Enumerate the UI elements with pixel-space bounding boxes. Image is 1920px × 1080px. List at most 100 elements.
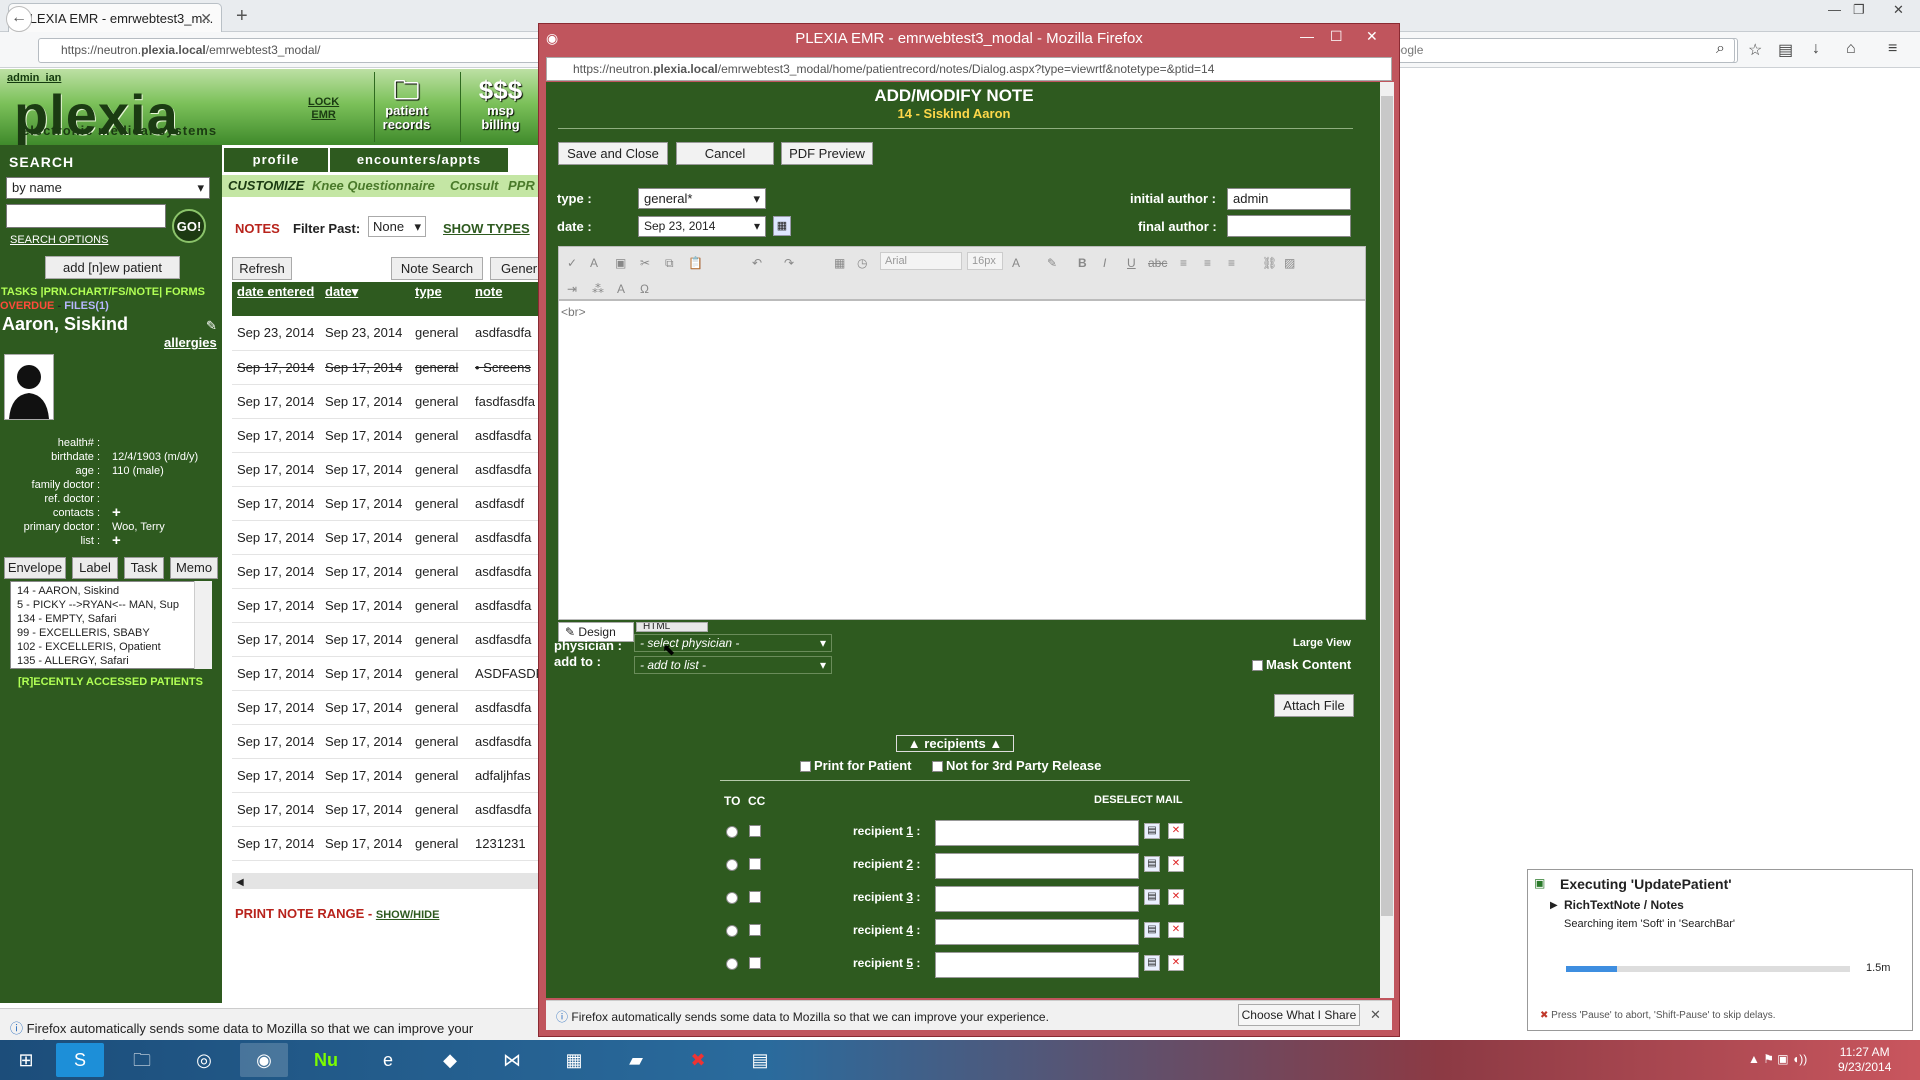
patient-field-value[interactable]: + — [112, 533, 121, 548]
col-note[interactable]: note — [470, 282, 540, 316]
remove-recipient-icon[interactable]: ✕ — [1168, 823, 1184, 839]
table-row[interactable]: Sep 17, 2014 Sep 17, 2014 general asdfasdfa — [232, 418, 540, 453]
menu-icon[interactable]: ≡ — [1888, 40, 1897, 58]
recent-patient-item[interactable]: 5 - PICKY -->RYAN<-- MAN, Sup — [17, 598, 205, 612]
add-new-patient-button[interactable]: add [n]ew patient — [45, 256, 180, 279]
recent-scrollbar[interactable] — [194, 581, 212, 669]
recipient-to-radio[interactable] — [726, 892, 738, 904]
close-tab-icon[interactable]: ✕ — [200, 10, 212, 27]
format-icon[interactable]: ⁂ — [592, 282, 604, 296]
patient-records-tile[interactable]: 🗀 patient records — [374, 72, 438, 142]
label-tab[interactable]: Label — [72, 557, 118, 579]
mask-content-checkbox[interactable]: Mask Content — [1252, 657, 1351, 672]
allergies-link[interactable]: allergies — [164, 335, 217, 350]
download-icon[interactable]: ↓ — [1812, 40, 1820, 58]
recipient-input[interactable] — [935, 886, 1139, 912]
table-row[interactable]: Sep 17, 2014 Sep 17, 2014 general ASDFASDF — [232, 656, 540, 691]
recent-patient-item[interactable]: 99 - EXCELLERIS, SBABY — [17, 626, 205, 640]
italic-icon[interactable]: I — [1103, 256, 1106, 270]
cell-note[interactable]: asdfasdfa — [470, 724, 540, 759]
tray-icons[interactable]: ▲ ⚑ ▣ ◖)) — [1748, 1052, 1807, 1066]
subtab-consult[interactable]: Consult — [450, 178, 498, 193]
col-date-entered[interactable]: date entered — [232, 282, 320, 316]
chrome-icon[interactable]: ◎ — [180, 1043, 228, 1077]
note-search-button[interactable]: Note Search — [391, 257, 483, 280]
paste-icon[interactable]: 📋 — [688, 256, 703, 270]
recipient-to-radio[interactable] — [726, 826, 738, 838]
table-row[interactable]: Sep 17, 2014 Sep 17, 2014 general • Screens — [232, 350, 540, 385]
initial-author-field[interactable]: admin — [1227, 188, 1351, 210]
recipient-input[interactable] — [935, 919, 1139, 945]
overdue-files[interactable]: OVERDUE - FILES(1) — [0, 300, 109, 312]
table-row[interactable]: Sep 17, 2014 Sep 17, 2014 general asdfasdfa — [232, 622, 540, 657]
highlight-icon[interactable]: ✎ — [1047, 256, 1057, 270]
cancel-button[interactable]: Cancel — [676, 142, 774, 165]
table-horizontal-scrollbar[interactable]: ◀ — [232, 873, 540, 889]
align-center-icon[interactable]: ≡ — [1204, 256, 1211, 270]
recipient-cc-checkbox[interactable] — [749, 825, 761, 837]
cell-note[interactable]: asdfasdfa — [470, 622, 540, 657]
remove-recipient-icon[interactable]: ✕ — [1168, 856, 1184, 872]
cell-note[interactable]: adfaljhfas — [470, 758, 540, 793]
cell-note[interactable]: asdfasdfa — [470, 690, 540, 725]
select-all-icon[interactable]: ▣ — [615, 256, 626, 270]
go-button[interactable]: GO! — [172, 209, 206, 243]
app-cube-icon[interactable]: ◆ — [426, 1043, 474, 1077]
folder-icon[interactable]: ▰ — [612, 1043, 660, 1077]
expand-arrow-icon[interactable]: ▶ — [1550, 900, 1558, 911]
modal-maximize-icon[interactable]: ☐ — [1330, 28, 1343, 45]
cell-note[interactable]: asdfasdfa — [470, 792, 540, 827]
address-book-icon[interactable]: ▤ — [1144, 856, 1160, 872]
generate-button[interactable]: Gener — [490, 257, 540, 280]
bookmark-star-icon[interactable]: ☆ — [1748, 40, 1762, 60]
special-char-icon[interactable]: Ω — [640, 282, 649, 296]
not-3rd-party-checkbox[interactable]: Not for 3rd Party Release — [932, 758, 1101, 773]
windows-start-icon[interactable]: ⊞ — [2, 1043, 50, 1077]
cell-note[interactable]: asdfasdfa — [470, 588, 540, 623]
address-book-icon[interactable]: ▤ — [1144, 955, 1160, 971]
save-and-close-button[interactable]: Save and Close — [558, 142, 668, 165]
html-mode-tab[interactable]: HTML — [636, 622, 708, 632]
close-notification-icon[interactable]: ✕ — [1370, 1007, 1381, 1023]
cell-note[interactable]: ASDFASDF — [470, 656, 540, 691]
clear-format-icon[interactable]: A — [617, 282, 625, 296]
table-row[interactable]: Sep 17, 2014 Sep 17, 2014 general adfaljhfa… — [232, 758, 540, 793]
file-explorer-icon[interactable]: 🗀 — [118, 1043, 166, 1077]
visual-studio-icon[interactable]: ⋈ — [488, 1043, 536, 1077]
remove-recipient-icon[interactable]: ✕ — [1168, 889, 1184, 905]
refresh-button[interactable]: Refresh — [232, 257, 292, 280]
recipient-input[interactable] — [935, 853, 1139, 879]
edit-pencil-icon[interactable]: ✎ — [206, 318, 217, 334]
browser-tab[interactable]: PLEXIA EMR - emrwebtest3_m... ✕ — [8, 3, 222, 32]
search-options-link[interactable]: SEARCH OPTIONS — [10, 234, 108, 246]
table-row[interactable]: Sep 17, 2014 Sep 17, 2014 general asdfasdfa — [232, 452, 540, 487]
msp-billing-tile[interactable]: $$$ msp billing — [460, 72, 540, 142]
image-icon[interactable]: ▨ — [1284, 256, 1295, 270]
align-left-icon[interactable]: ≡ — [1180, 256, 1187, 270]
table-row[interactable]: Sep 17, 2014 Sep 17, 2014 general asdfasdfa — [232, 690, 540, 725]
table-row[interactable]: Sep 17, 2014 Sep 17, 2014 general asdfasdfa — [232, 554, 540, 589]
tool-icon[interactable]: ✖ — [674, 1043, 722, 1077]
modal-scrollbar-thumb[interactable] — [1381, 96, 1393, 916]
home-icon[interactable]: ⌂ — [1846, 40, 1856, 58]
lock-emr-link[interactable]: LOCK EMR — [308, 96, 339, 122]
scroll-left-icon[interactable]: ◀ — [232, 877, 244, 888]
modal-close-icon[interactable]: ✕ — [1366, 28, 1378, 45]
recent-patient-item[interactable]: 134 - EMPTY, Safari — [17, 612, 205, 626]
skype-icon[interactable]: S — [56, 1043, 104, 1077]
recent-patient-item[interactable]: 14 - AARON, Siskind — [17, 584, 205, 598]
subtab-knee-questionnaire[interactable]: Knee Questionnaire — [312, 178, 435, 193]
table-row[interactable]: Sep 17, 2014 Sep 17, 2014 general fasdfasdf… — [232, 384, 540, 419]
calendar-icon[interactable]: ▦ — [773, 216, 791, 236]
recipient-to-radio[interactable] — [726, 925, 738, 937]
recipient-input[interactable] — [935, 820, 1139, 846]
table-row[interactable]: Sep 17, 2014 Sep 17, 2014 general 1231231 — [232, 826, 540, 861]
recipient-to-radio[interactable] — [726, 859, 738, 871]
reading-list-icon[interactable]: ▤ — [1778, 40, 1793, 60]
address-book-icon[interactable]: ▤ — [1144, 889, 1160, 905]
link-icon[interactable]: ⛓ — [1262, 256, 1277, 270]
time-icon[interactable]: ◷ — [857, 256, 867, 270]
tab-profile[interactable]: profile — [224, 148, 328, 172]
minimize-icon[interactable]: — — [1828, 2, 1841, 17]
search-icon[interactable]: ⌕ — [1716, 40, 1725, 58]
